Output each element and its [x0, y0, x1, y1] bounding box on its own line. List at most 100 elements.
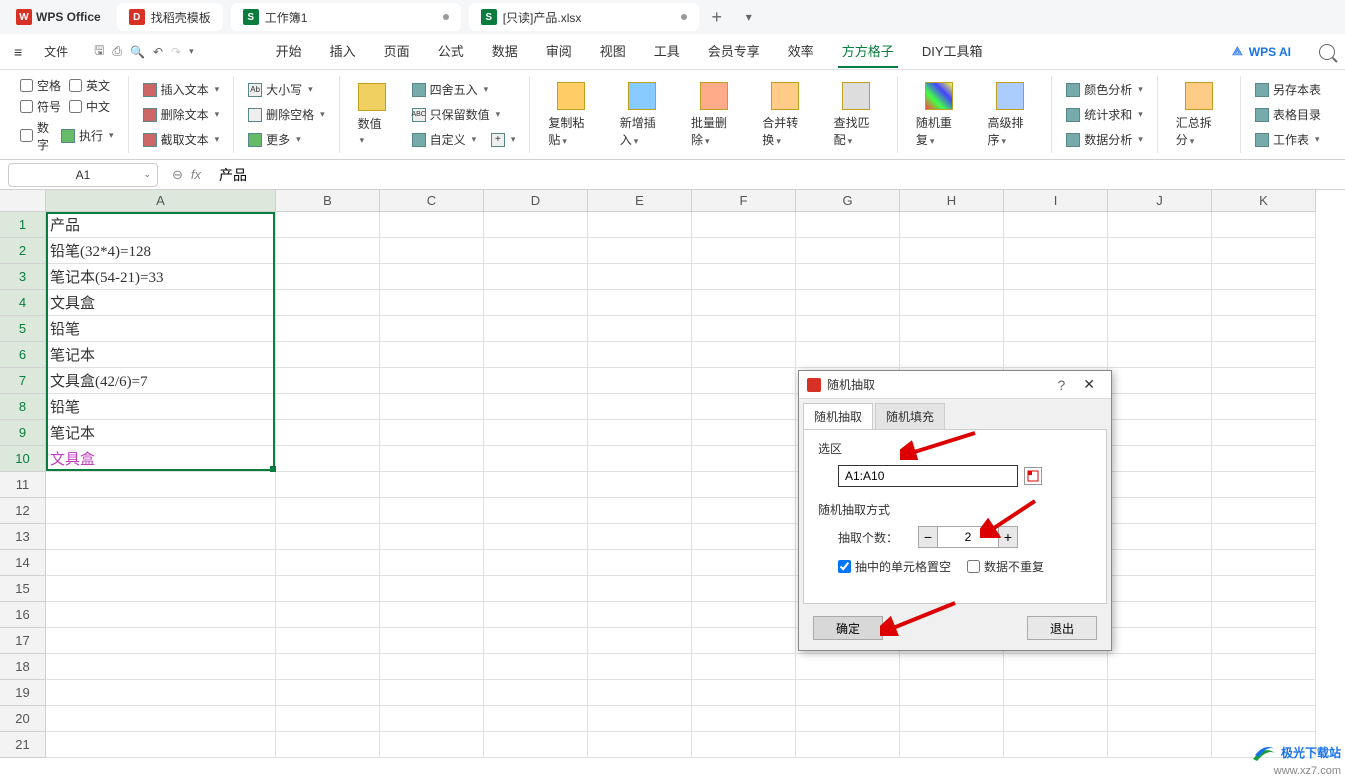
- cell-A2[interactable]: 铅笔(32*4)=128: [46, 238, 276, 264]
- menu-tab-efficiency[interactable]: 效率: [784, 35, 818, 68]
- hamburger-icon[interactable]: ≡: [10, 44, 26, 60]
- cell-B18[interactable]: [276, 654, 380, 680]
- cell-G19[interactable]: [796, 680, 900, 706]
- cell-J7[interactable]: [1108, 368, 1212, 394]
- cell-A19[interactable]: [46, 680, 276, 706]
- cell-C7[interactable]: [380, 368, 484, 394]
- cell-J4[interactable]: [1108, 290, 1212, 316]
- row-header-11[interactable]: 11: [0, 472, 45, 498]
- dialog-help-button[interactable]: ?: [1047, 377, 1075, 393]
- cell-I20[interactable]: [1004, 706, 1108, 732]
- cell-D19[interactable]: [484, 680, 588, 706]
- cell-E9[interactable]: [588, 420, 692, 446]
- cell-K13[interactable]: [1212, 524, 1316, 550]
- cell-I18[interactable]: [1004, 654, 1108, 680]
- count-input[interactable]: [938, 526, 998, 548]
- cell-I1[interactable]: [1004, 212, 1108, 238]
- cell-H1[interactable]: [900, 212, 1004, 238]
- cell-J15[interactable]: [1108, 576, 1212, 602]
- cell-B1[interactable]: [276, 212, 380, 238]
- cell-J21[interactable]: [1108, 732, 1212, 758]
- btn-keep-value[interactable]: ABC只保留数值▾: [408, 104, 520, 125]
- row-header-16[interactable]: 16: [0, 602, 45, 628]
- row-header-3[interactable]: 3: [0, 264, 45, 290]
- row-header-18[interactable]: 18: [0, 654, 45, 680]
- cell-A14[interactable]: [46, 550, 276, 576]
- cell-C14[interactable]: [380, 550, 484, 576]
- cell-B6[interactable]: [276, 342, 380, 368]
- cell-A8[interactable]: 铅笔: [46, 394, 276, 420]
- cell-J17[interactable]: [1108, 628, 1212, 654]
- chk-chinese[interactable]: 中文: [69, 98, 110, 115]
- cell-B8[interactable]: [276, 394, 380, 420]
- cell-B14[interactable]: [276, 550, 380, 576]
- cell-C1[interactable]: [380, 212, 484, 238]
- row-header-10[interactable]: 10: [0, 446, 45, 472]
- cell-A20[interactable]: [46, 706, 276, 732]
- row-header-21[interactable]: 21: [0, 732, 45, 758]
- cell-G21[interactable]: [796, 732, 900, 758]
- cell-D15[interactable]: [484, 576, 588, 602]
- cell-A18[interactable]: [46, 654, 276, 680]
- cell-J10[interactable]: [1108, 446, 1212, 472]
- cell-A9[interactable]: 笔记本: [46, 420, 276, 446]
- cell-D9[interactable]: [484, 420, 588, 446]
- row-header-8[interactable]: 8: [0, 394, 45, 420]
- cell-C10[interactable]: [380, 446, 484, 472]
- btn-color-analysis[interactable]: 颜色分析▾: [1062, 79, 1147, 100]
- cell-K3[interactable]: [1212, 264, 1316, 290]
- cell-B13[interactable]: [276, 524, 380, 550]
- cell-E6[interactable]: [588, 342, 692, 368]
- menu-tab-page[interactable]: 页面: [380, 35, 414, 68]
- cell-F20[interactable]: [692, 706, 796, 732]
- undo-icon[interactable]: ↶: [153, 45, 163, 59]
- cell-F14[interactable]: [692, 550, 796, 576]
- cell-D6[interactable]: [484, 342, 588, 368]
- col-header-B[interactable]: B: [276, 190, 380, 211]
- cell-B16[interactable]: [276, 602, 380, 628]
- cell-E19[interactable]: [588, 680, 692, 706]
- formula-input[interactable]: [215, 163, 1337, 187]
- cell-D7[interactable]: [484, 368, 588, 394]
- cell-G5[interactable]: [796, 316, 900, 342]
- cell-B17[interactable]: [276, 628, 380, 654]
- btn-data-analysis[interactable]: 数据分析▾: [1062, 129, 1147, 150]
- cell-E8[interactable]: [588, 394, 692, 420]
- btn-random-repeat[interactable]: 随机重复▾: [908, 78, 970, 152]
- cell-A17[interactable]: [46, 628, 276, 654]
- tab-menu-button[interactable]: ▾: [735, 3, 763, 31]
- cell-J1[interactable]: [1108, 212, 1212, 238]
- cell-I19[interactable]: [1004, 680, 1108, 706]
- cell-A16[interactable]: [46, 602, 276, 628]
- cancel-button[interactable]: 退出: [1027, 616, 1097, 640]
- cell-F15[interactable]: [692, 576, 796, 602]
- name-box[interactable]: A1 ⌄: [8, 163, 158, 187]
- col-header-H[interactable]: H: [900, 190, 1004, 211]
- cell-J8[interactable]: [1108, 394, 1212, 420]
- btn-save-as-sheet[interactable]: 另存本表: [1251, 79, 1325, 100]
- btn-merge-convert[interactable]: 合并转换▾: [754, 78, 815, 152]
- cell-B11[interactable]: [276, 472, 380, 498]
- row-header-17[interactable]: 17: [0, 628, 45, 654]
- col-header-K[interactable]: K: [1212, 190, 1316, 211]
- cell-I6[interactable]: [1004, 342, 1108, 368]
- row-header-19[interactable]: 19: [0, 680, 45, 706]
- col-header-G[interactable]: G: [796, 190, 900, 211]
- cell-D21[interactable]: [484, 732, 588, 758]
- cell-I4[interactable]: [1004, 290, 1108, 316]
- cell-E1[interactable]: [588, 212, 692, 238]
- row-header-1[interactable]: 1: [0, 212, 45, 238]
- cell-A10[interactable]: 文具盒: [46, 446, 276, 472]
- chk-symbol[interactable]: 符号: [20, 98, 61, 115]
- print-icon[interactable]: ⎙: [112, 44, 122, 59]
- menu-tab-member[interactable]: 会员专享: [704, 35, 764, 68]
- menu-tab-view[interactable]: 视图: [596, 35, 630, 68]
- dialog-title-bar[interactable]: 随机抽取 ? ✕: [799, 371, 1111, 399]
- cell-A7[interactable]: 文具盒(42/6)=7: [46, 368, 276, 394]
- cell-H21[interactable]: [900, 732, 1004, 758]
- redo-icon[interactable]: ↷: [171, 45, 181, 59]
- cell-D5[interactable]: [484, 316, 588, 342]
- menu-tab-ffgz[interactable]: 方方格子: [838, 35, 898, 68]
- cell-F18[interactable]: [692, 654, 796, 680]
- cell-J14[interactable]: [1108, 550, 1212, 576]
